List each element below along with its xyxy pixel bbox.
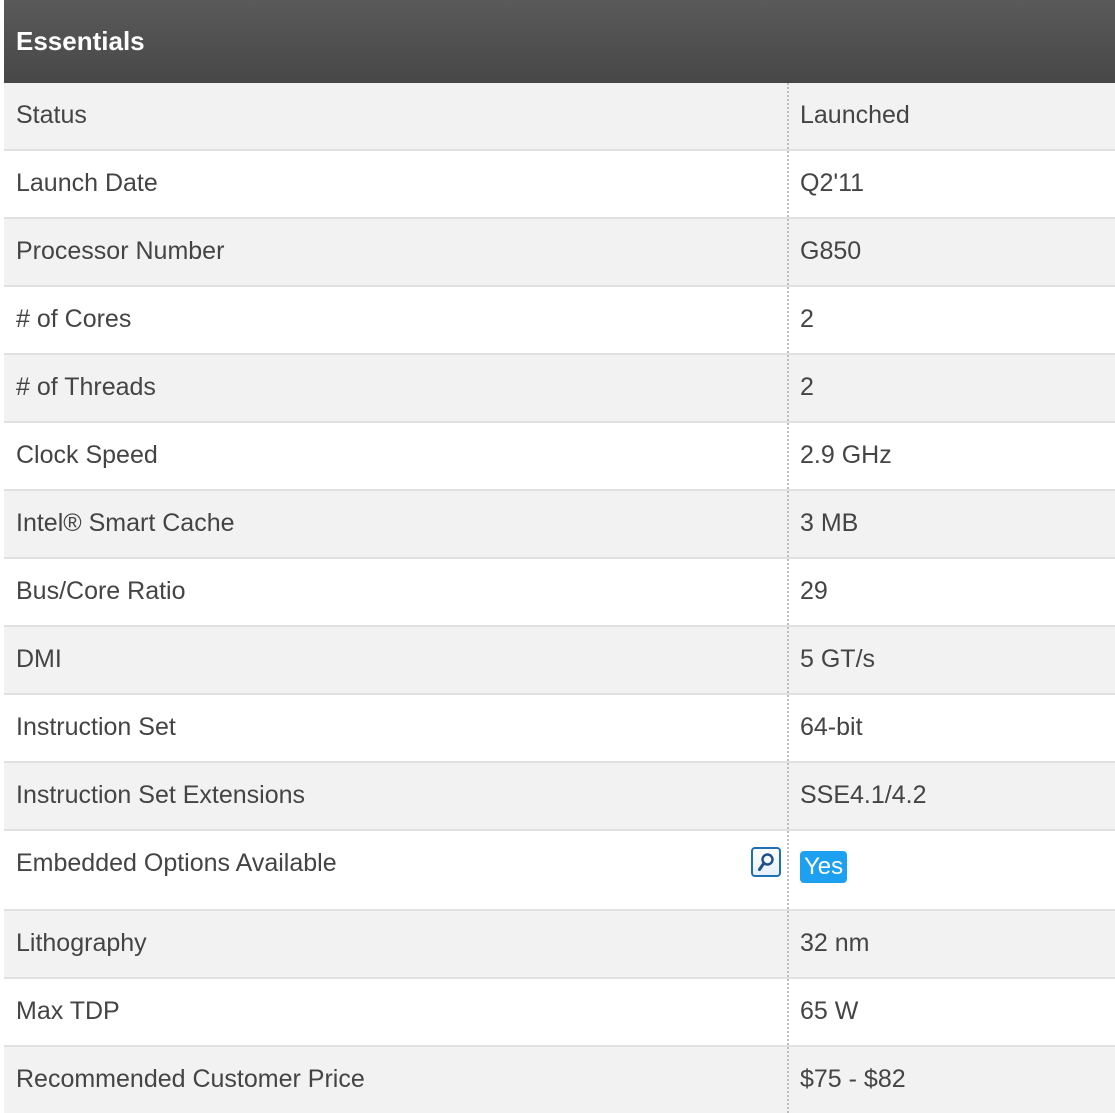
spec-rows: Status Launched Launch Date Q2'11 Proces… xyxy=(4,83,1115,1113)
spec-label: # of Threads xyxy=(16,373,156,401)
spec-value: Launched xyxy=(787,83,1115,149)
spec-value: 64-bit xyxy=(787,695,1115,761)
spec-value: Q2'11 xyxy=(787,151,1115,217)
spec-value: 29 xyxy=(787,559,1115,625)
spec-label: Embedded Options Available xyxy=(4,831,787,909)
spec-row-threads: # of Threads 2 xyxy=(4,355,1115,423)
spec-value: SSE4.1/4.2 xyxy=(787,763,1115,829)
spec-row-recommended-price: Recommended Customer Price $75 - $82 xyxy=(4,1047,1115,1113)
spec-row-max-tdp: Max TDP 65 W xyxy=(4,979,1115,1047)
spec-label: Instruction Set Extensions xyxy=(16,781,306,809)
spec-label-text: Embedded Options Available xyxy=(16,849,337,877)
spec-label: Recommended Customer Price xyxy=(16,1065,365,1093)
spec-label: Bus/Core Ratio xyxy=(16,577,186,605)
essentials-spec-table: Essentials Status Launched Launch Date Q… xyxy=(0,0,1115,1113)
spec-label: DMI xyxy=(16,645,62,673)
magnifier-icon[interactable] xyxy=(751,847,781,877)
spec-value: 2.9 GHz xyxy=(787,423,1115,489)
spec-value: G850 xyxy=(787,219,1115,285)
spec-row-clock-speed: Clock Speed 2.9 GHz xyxy=(4,423,1115,491)
magnifier-icon-graphic xyxy=(758,853,774,871)
spec-label: Instruction Set xyxy=(16,713,176,741)
spec-value: 2 xyxy=(787,355,1115,421)
spec-label: Clock Speed xyxy=(16,441,158,469)
spec-row-status: Status Launched xyxy=(4,83,1115,151)
spec-label: Status xyxy=(16,101,87,129)
spec-row-lithography: Lithography 32 nm xyxy=(4,911,1115,979)
spec-row-embedded-options: Embedded Options Available Yes xyxy=(4,831,1115,911)
spec-label: Launch Date xyxy=(16,169,158,197)
spec-row-processor-number: Processor Number G850 xyxy=(4,219,1115,287)
spec-value: 3 MB xyxy=(787,491,1115,557)
spec-row-bus-core-ratio: Bus/Core Ratio 29 xyxy=(4,559,1115,627)
spec-row-dmi: DMI 5 GT/s xyxy=(4,627,1115,695)
spec-value: 32 nm xyxy=(787,911,1115,977)
spec-value: $75 - $82 xyxy=(787,1047,1115,1113)
spec-value: 2 xyxy=(787,287,1115,353)
spec-value: Yes xyxy=(787,831,1115,909)
spec-label: Max TDP xyxy=(16,997,120,1025)
spec-row-instruction-set-extensions: Instruction Set Extensions SSE4.1/4.2 xyxy=(4,763,1115,831)
spec-label: # of Cores xyxy=(16,305,132,333)
spec-row-launch-date: Launch Date Q2'11 xyxy=(4,151,1115,219)
spec-row-cores: # of Cores 2 xyxy=(4,287,1115,355)
spec-label: Processor Number xyxy=(16,237,225,265)
spec-value: 5 GT/s xyxy=(787,627,1115,693)
spec-row-instruction-set: Instruction Set 64-bit xyxy=(4,695,1115,763)
spec-label: Intel® Smart Cache xyxy=(16,509,235,537)
spec-row-smart-cache: Intel® Smart Cache 3 MB xyxy=(4,491,1115,559)
section-header[interactable]: Essentials xyxy=(4,0,1115,83)
spec-label: Lithography xyxy=(16,929,147,957)
yes-badge[interactable]: Yes xyxy=(800,851,848,883)
spec-value: 65 W xyxy=(787,979,1115,1045)
